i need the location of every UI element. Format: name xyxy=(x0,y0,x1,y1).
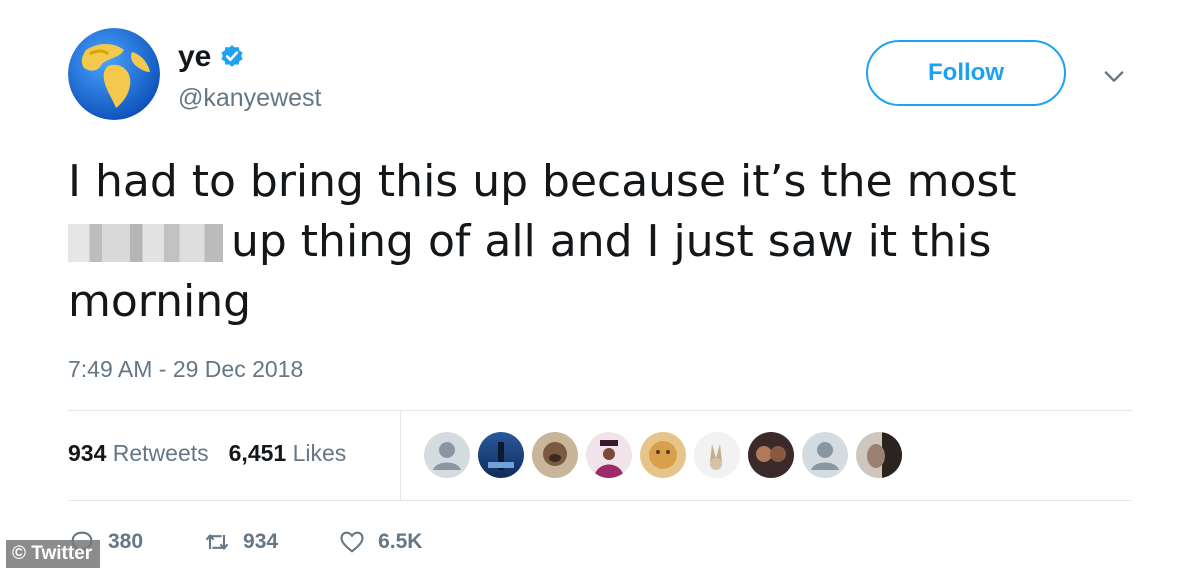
reply-count: 380 xyxy=(108,530,144,553)
like-count: 6.5K xyxy=(378,530,423,553)
tweet-actions: 380 934 6.5K xyxy=(68,528,482,556)
divider xyxy=(68,500,1132,501)
tweet-line: I had to bring this up because it’s the … xyxy=(68,156,1017,207)
profile-avatar[interactable] xyxy=(68,28,160,120)
liker-avatars xyxy=(424,432,902,478)
user-photo-icon xyxy=(543,442,567,466)
default-avatar-icon xyxy=(811,442,839,470)
tweet-timestamp[interactable]: 7:49 AM - 29 Dec 2018 xyxy=(68,356,303,383)
tweet-line: morning xyxy=(68,276,252,327)
retweet-count: 934 xyxy=(243,530,279,553)
user-handle[interactable]: @kanyewest xyxy=(178,84,322,113)
verified-badge-icon xyxy=(221,45,243,67)
earth-globe-icon xyxy=(68,28,160,120)
liker-avatar[interactable] xyxy=(802,432,848,478)
user-photo-icon xyxy=(594,440,624,478)
liker-avatar[interactable] xyxy=(856,432,902,478)
tweet-stats: 934 Retweets 6,451 Likes xyxy=(68,440,346,467)
user-photo-icon xyxy=(867,432,902,478)
tweet-line: up thing of all and I just saw it this xyxy=(231,216,992,267)
user-photo-icon xyxy=(488,442,514,470)
divider-vertical xyxy=(400,411,401,500)
user-photo-icon xyxy=(756,446,786,462)
liker-avatar[interactable] xyxy=(532,432,578,478)
likes-stat[interactable]: 6,451 Likes xyxy=(229,440,347,467)
retweet-button[interactable]: 934 xyxy=(203,528,278,556)
retweets-stat[interactable]: 934 Retweets xyxy=(68,440,209,467)
likes-label: Likes xyxy=(292,440,347,466)
liker-avatar[interactable] xyxy=(424,432,470,478)
liker-avatar[interactable] xyxy=(640,432,686,478)
display-name[interactable]: ye xyxy=(178,40,211,74)
default-avatar-icon xyxy=(433,442,461,470)
retweet-icon xyxy=(205,533,229,551)
retweets-label: Retweets xyxy=(112,440,209,466)
twitter-watermark: © Twitter xyxy=(6,540,101,568)
liker-avatar[interactable] xyxy=(694,432,740,478)
divider xyxy=(68,410,1132,411)
user-photo-icon xyxy=(710,444,722,470)
name-row: ye xyxy=(178,40,245,74)
censored-word xyxy=(68,224,223,262)
heart-icon xyxy=(340,531,364,553)
like-button[interactable]: 6.5K xyxy=(338,528,422,556)
user-photo-icon xyxy=(649,441,677,469)
liker-avatar[interactable] xyxy=(478,432,524,478)
tweet-text: I had to bring this up because it’s the … xyxy=(68,152,1128,332)
liker-avatar[interactable] xyxy=(748,432,794,478)
tweet-line-with-censor: up thing of all and I just saw it this xyxy=(68,212,1128,272)
likes-count: 6,451 xyxy=(228,440,287,466)
chevron-down-icon[interactable] xyxy=(1100,62,1128,90)
liker-avatar[interactable] xyxy=(586,432,632,478)
follow-button[interactable]: Follow xyxy=(866,40,1066,106)
retweets-count: 934 xyxy=(68,440,107,466)
